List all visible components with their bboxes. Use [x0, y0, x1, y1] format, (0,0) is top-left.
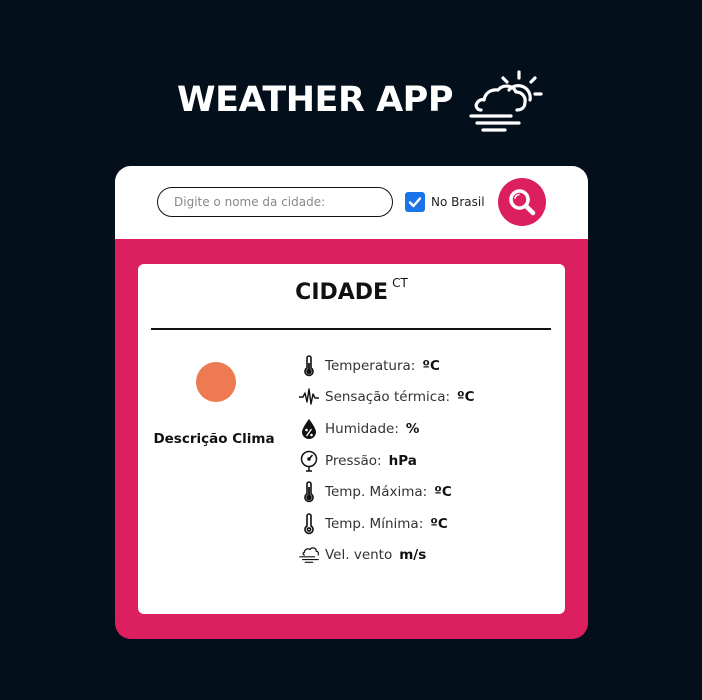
detail-feels-like: Sensação térmica: ºC — [298, 382, 475, 414]
weather-condition-icon — [196, 362, 236, 402]
detail-unit: hPa — [388, 452, 417, 469]
humidity-drop-icon — [298, 418, 320, 440]
detail-temp-min: Temp. Mínima: ºC — [298, 508, 475, 540]
brazil-checkbox[interactable] — [405, 192, 425, 212]
country-code: CT — [392, 276, 408, 290]
city-heading: CIDADE CT — [138, 276, 565, 305]
weather-result: CIDADE CT Descrição Clima Temperatura: ºC — [138, 264, 565, 614]
detail-unit: % — [405, 420, 420, 437]
detail-unit: m/s — [399, 547, 427, 564]
brazil-checkbox-label: No Brasil — [431, 195, 485, 209]
search-button[interactable] — [498, 178, 546, 226]
detail-label: Temp. Máxima: — [325, 484, 428, 501]
detail-temp-max: Temp. Máxima: ºC — [298, 476, 475, 508]
pressure-gauge-icon — [298, 450, 320, 472]
search-icon — [509, 189, 536, 216]
detail-label: Pressão: — [325, 452, 382, 469]
city-name: CIDADE — [295, 280, 389, 305]
weather-app: WEATHER APP Digite o nome da cidade: No … — [0, 0, 702, 700]
detail-unit: ºC — [422, 357, 440, 374]
app-title: WEATHER APP — [177, 80, 454, 120]
wind-cloud-icon — [298, 544, 320, 566]
divider — [151, 328, 551, 330]
detail-unit: ºC — [430, 515, 448, 532]
weather-card: No Brasil CIDADECT Descrição Clima — [115, 166, 588, 639]
detail-label: Sensação térmica: — [325, 389, 451, 406]
detail-humidity: Humidade: % — [298, 413, 475, 445]
detail-label: Humidade: — [325, 420, 399, 437]
check-icon — [408, 197, 422, 208]
detail-unit: ºC — [457, 389, 475, 406]
brazil-filter: No Brasil — [405, 192, 485, 212]
detail-unit: ºC — [434, 484, 452, 501]
detail-label: Vel. vento — [325, 547, 393, 564]
detail-temperature: Temperatura: ºC — [298, 350, 475, 382]
thermometer-icon — [298, 355, 320, 377]
pulse-icon — [298, 386, 320, 408]
thermometer-icon — [298, 481, 320, 503]
city-search-input[interactable] — [157, 187, 393, 217]
cloud-sun-wind-icon — [467, 68, 545, 132]
thermometer-icon — [298, 512, 320, 535]
detail-pressure: Pressão: hPa — [298, 445, 475, 477]
detail-label: Temp. Mínima: — [325, 515, 424, 532]
app-header: WEATHER APP — [0, 62, 702, 138]
detail-wind-speed: Vel. vento m/s — [298, 540, 475, 572]
weather-details: Temperatura: ºC Sensação térmica: ºC Hum… — [298, 350, 475, 571]
weather-description: Descrição Clima — [153, 431, 275, 447]
search-bar: No Brasil — [115, 166, 588, 239]
detail-label: Temperatura: — [325, 357, 416, 374]
